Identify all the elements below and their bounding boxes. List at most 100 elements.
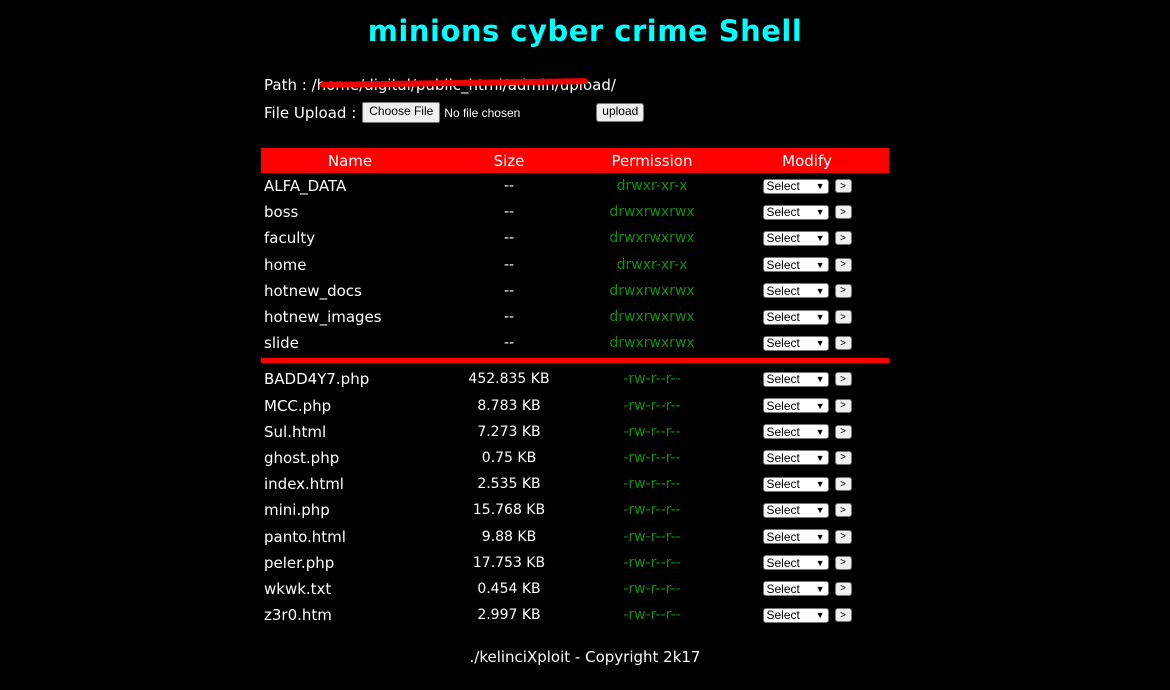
- go-button[interactable]: >: [834, 398, 852, 413]
- item-permission[interactable]: drwxrwxrwx: [579, 283, 725, 299]
- go-button[interactable]: >: [834, 503, 852, 518]
- item-permission[interactable]: -rw-r--r--: [579, 424, 725, 440]
- item-permission[interactable]: drwxrwxrwx: [579, 335, 725, 351]
- item-name[interactable]: home: [261, 256, 439, 274]
- item-permission[interactable]: drwxrwxrwx: [579, 230, 725, 246]
- directory-row: ALFA_DATA -- drwxr-xr-x Select ▼ >: [261, 173, 889, 199]
- item-size: --: [503, 256, 515, 273]
- action-select[interactable]: Select ▼: [762, 178, 829, 194]
- action-select[interactable]: Select ▼: [762, 398, 829, 414]
- item-name[interactable]: hotnew_images: [261, 308, 439, 326]
- path-value[interactable]: /home/digital/public_html/admin/upload/: [312, 76, 616, 94]
- table-header: Name Size Permission Modify: [261, 148, 889, 173]
- item-permission[interactable]: -rw-r--r--: [579, 371, 725, 387]
- item-name[interactable]: boss: [261, 203, 439, 221]
- item-modify: Select ▼ >: [725, 257, 889, 273]
- go-button[interactable]: >: [834, 336, 852, 351]
- action-select-label: Select: [766, 283, 800, 298]
- action-select[interactable]: Select ▼: [762, 555, 829, 571]
- action-select[interactable]: Select ▼: [762, 204, 829, 220]
- item-name[interactable]: panto.html: [261, 528, 439, 546]
- upload-button[interactable]: upload: [596, 103, 645, 122]
- item-name[interactable]: BADD4Y7.php: [261, 370, 439, 388]
- choose-file-button[interactable]: Choose File: [362, 102, 441, 123]
- action-select[interactable]: Select ▼: [762, 309, 829, 325]
- item-name[interactable]: MCC.php: [261, 397, 439, 415]
- go-button[interactable]: >: [834, 310, 852, 325]
- item-size: --: [503, 309, 515, 326]
- item-name[interactable]: hotnew_docs: [261, 282, 439, 300]
- item-permission[interactable]: -rw-r--r--: [579, 555, 725, 571]
- item-name[interactable]: wkwk.txt: [261, 580, 439, 598]
- go-button[interactable]: >: [834, 283, 852, 298]
- header-size: Size: [493, 151, 525, 170]
- action-select[interactable]: Select ▼: [762, 476, 829, 492]
- action-select[interactable]: Select ▼: [762, 230, 829, 246]
- go-button[interactable]: >: [834, 555, 852, 570]
- go-button[interactable]: >: [834, 477, 852, 492]
- go-button[interactable]: >: [834, 372, 852, 387]
- action-select[interactable]: Select ▼: [762, 502, 829, 518]
- action-select[interactable]: Select ▼: [762, 335, 829, 351]
- item-permission[interactable]: drwxrwxrwx: [579, 309, 725, 325]
- item-permission[interactable]: drwxrwxrwx: [579, 204, 725, 220]
- item-permission[interactable]: -rw-r--r--: [579, 529, 725, 545]
- header-name[interactable]: Name: [261, 152, 439, 170]
- item-permission[interactable]: -rw-r--r--: [579, 450, 725, 466]
- item-permission[interactable]: drwxr-xr-x: [579, 257, 725, 273]
- item-permission[interactable]: drwxr-xr-x: [579, 178, 725, 194]
- action-select[interactable]: Select ▼: [762, 450, 829, 466]
- go-button[interactable]: >: [834, 608, 852, 623]
- action-select[interactable]: Select ▼: [762, 529, 829, 545]
- chevron-down-icon: ▼: [815, 400, 825, 411]
- directory-row: slide -- drwxrwxrwx Select ▼ >: [261, 330, 889, 356]
- directory-row: home -- drwxr-xr-x Select ▼ >: [261, 252, 889, 278]
- item-modify: Select ▼ >: [725, 607, 889, 623]
- action-select-label: Select: [766, 477, 800, 492]
- item-permission[interactable]: -rw-r--r--: [579, 581, 725, 597]
- action-select-label: Select: [766, 398, 800, 413]
- action-select[interactable]: Select ▼: [762, 424, 829, 440]
- item-size: 17.753 KB: [472, 554, 546, 571]
- action-select-label: Select: [766, 555, 800, 570]
- go-button[interactable]: >: [834, 529, 852, 544]
- item-modify: Select ▼ >: [725, 581, 889, 597]
- go-button[interactable]: >: [834, 231, 852, 246]
- chevron-down-icon: ▼: [815, 338, 825, 349]
- item-name[interactable]: faculty: [261, 229, 439, 247]
- go-button[interactable]: >: [834, 179, 852, 194]
- item-name[interactable]: slide: [261, 334, 439, 352]
- item-permission[interactable]: -rw-r--r--: [579, 398, 725, 414]
- go-button[interactable]: >: [834, 257, 852, 272]
- action-select[interactable]: Select ▼: [762, 607, 829, 623]
- item-name[interactable]: z3r0.htm: [261, 606, 439, 624]
- item-permission[interactable]: -rw-r--r--: [579, 607, 725, 623]
- file-row: peler.php 17.753 KB -rw-r--r-- Select ▼ >: [261, 550, 889, 576]
- go-button[interactable]: >: [834, 581, 852, 596]
- chevron-down-icon: ▼: [815, 207, 825, 218]
- item-size: 2.997 KB: [477, 607, 541, 624]
- item-name[interactable]: ghost.php: [261, 449, 439, 467]
- item-modify: Select ▼ >: [725, 424, 889, 440]
- chevron-down-icon: ▼: [815, 557, 825, 568]
- item-name[interactable]: Sul.html: [261, 423, 439, 441]
- action-select[interactable]: Select ▼: [762, 283, 829, 299]
- item-name[interactable]: peler.php: [261, 554, 439, 572]
- item-permission[interactable]: -rw-r--r--: [579, 476, 725, 492]
- file-row: mini.php 15.768 KB -rw-r--r-- Select ▼ >: [261, 497, 889, 523]
- go-button[interactable]: >: [834, 450, 852, 465]
- item-permission[interactable]: -rw-r--r--: [579, 502, 725, 518]
- upload-form: File Upload : Choose File No file chosen…: [264, 102, 645, 123]
- item-modify: Select ▼ >: [725, 476, 889, 492]
- footer-credit: ./kelinciXploit - Copyright 2k17: [469, 648, 701, 666]
- item-name[interactable]: ALFA_DATA: [261, 177, 439, 195]
- action-select[interactable]: Select ▼: [762, 581, 829, 597]
- item-size: 2.535 KB: [477, 476, 541, 493]
- item-modify: Select ▼ >: [725, 283, 889, 299]
- action-select[interactable]: Select ▼: [762, 257, 829, 273]
- action-select[interactable]: Select ▼: [762, 371, 829, 387]
- go-button[interactable]: >: [834, 205, 852, 220]
- item-name[interactable]: index.html: [261, 475, 439, 493]
- item-name[interactable]: mini.php: [261, 501, 439, 519]
- go-button[interactable]: >: [834, 424, 852, 439]
